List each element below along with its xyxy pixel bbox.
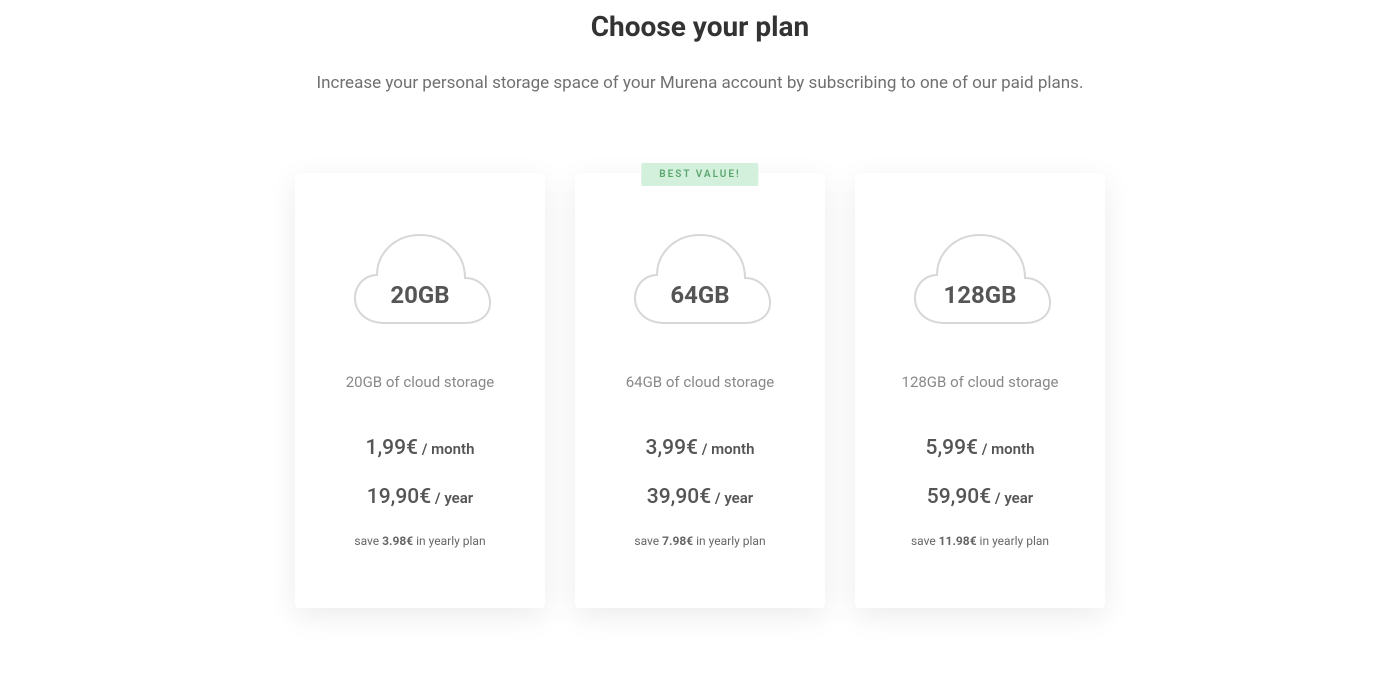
- yearly-period: / year: [711, 489, 753, 507]
- best-value-badge: BEST VALUE!: [641, 163, 758, 186]
- monthly-period: / month: [418, 440, 474, 458]
- yearly-price-row: 59,90€ / year: [875, 485, 1085, 509]
- save-prefix: save: [634, 534, 662, 548]
- yearly-price: 59,90€: [927, 485, 991, 509]
- plan-size-label: 64GB: [625, 281, 775, 309]
- plan-card-64gb[interactable]: BEST VALUE! 64GB 64GB of cloud storage 3…: [575, 173, 825, 608]
- monthly-price: 3,99€: [646, 436, 698, 460]
- savings-row: save 11.98€ in yearly plan: [875, 534, 1085, 548]
- monthly-period: / month: [978, 440, 1034, 458]
- save-prefix: save: [354, 534, 382, 548]
- plan-card-128gb[interactable]: 128GB 128GB of cloud storage 5,99€ / mon…: [855, 173, 1105, 608]
- yearly-price: 19,90€: [367, 485, 431, 509]
- save-amount: 11.98€: [939, 534, 977, 548]
- yearly-period: / year: [431, 489, 473, 507]
- yearly-price-row: 19,90€ / year: [315, 485, 525, 509]
- monthly-period: / month: [698, 440, 754, 458]
- monthly-price-row: 5,99€ / month: [875, 436, 1085, 460]
- cloud-icon: 20GB: [345, 223, 495, 333]
- monthly-price: 5,99€: [926, 436, 978, 460]
- pricing-section: Choose your plan Increase your personal …: [0, 0, 1400, 608]
- plan-card-20gb[interactable]: 20GB 20GB of cloud storage 1,99€ / month…: [295, 173, 545, 608]
- save-amount: 3.98€: [382, 534, 413, 548]
- monthly-price-row: 3,99€ / month: [595, 436, 805, 460]
- page-subtitle: Increase your personal storage space of …: [0, 73, 1400, 93]
- plan-description: 64GB of cloud storage: [595, 373, 805, 391]
- monthly-price-row: 1,99€ / month: [315, 436, 525, 460]
- savings-row: save 3.98€ in yearly plan: [315, 534, 525, 548]
- monthly-price: 1,99€: [366, 436, 418, 460]
- yearly-price: 39,90€: [647, 485, 711, 509]
- yearly-price-row: 39,90€ / year: [595, 485, 805, 509]
- yearly-period: / year: [991, 489, 1033, 507]
- plans-row: 20GB 20GB of cloud storage 1,99€ / month…: [0, 173, 1400, 608]
- plan-size-label: 128GB: [905, 281, 1055, 309]
- save-prefix: save: [911, 534, 939, 548]
- cloud-icon: 128GB: [905, 223, 1055, 333]
- save-amount: 7.98€: [662, 534, 693, 548]
- save-suffix: in yearly plan: [977, 534, 1049, 548]
- plan-description: 20GB of cloud storage: [315, 373, 525, 391]
- plan-description: 128GB of cloud storage: [875, 373, 1085, 391]
- savings-row: save 7.98€ in yearly plan: [595, 534, 805, 548]
- save-suffix: in yearly plan: [413, 534, 485, 548]
- cloud-icon: 64GB: [625, 223, 775, 333]
- plan-size-label: 20GB: [345, 281, 495, 309]
- page-title: Choose your plan: [0, 10, 1400, 43]
- save-suffix: in yearly plan: [693, 534, 765, 548]
